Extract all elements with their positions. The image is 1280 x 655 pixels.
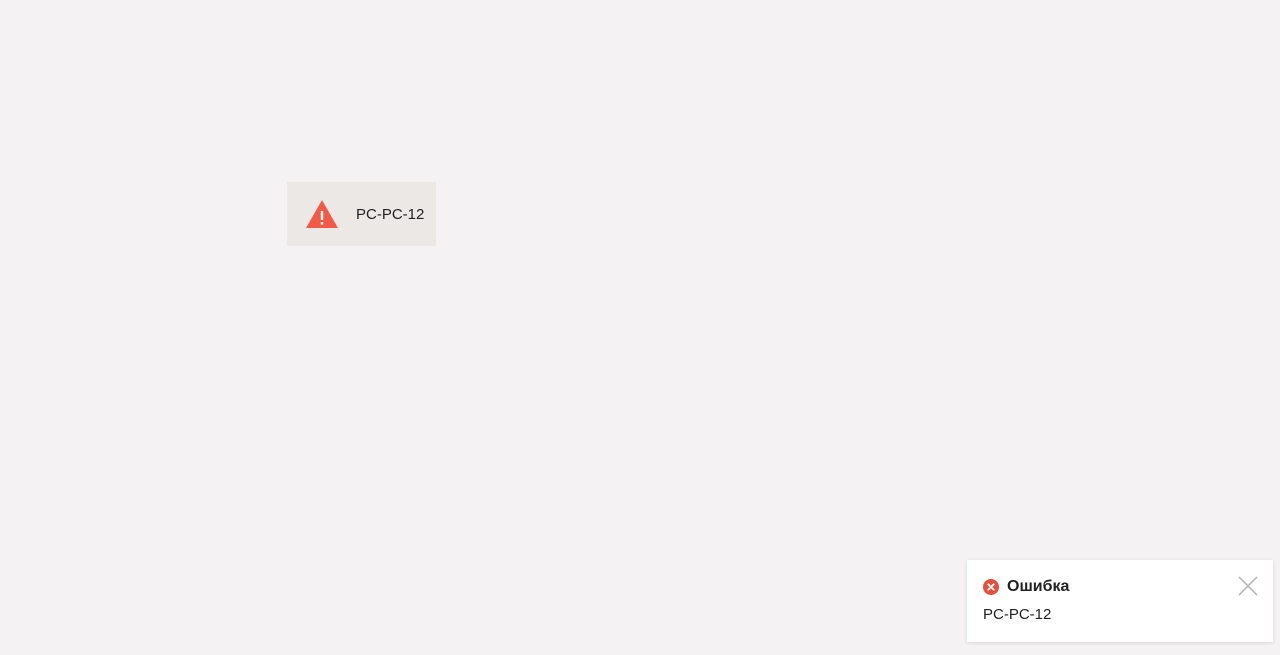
notification-header: Ошибка xyxy=(983,577,1257,597)
notification-message: PC-PC-12 xyxy=(983,606,1052,623)
warning-triangle-icon xyxy=(305,199,339,229)
error-notification: Ошибка PC-PC-12 xyxy=(967,560,1273,642)
notification-title: Ошибка xyxy=(1007,578,1070,595)
error-circle-icon xyxy=(983,579,999,595)
close-button[interactable] xyxy=(1237,575,1259,597)
close-icon xyxy=(1238,576,1258,596)
device-item[interactable]: PC-PC-12 xyxy=(287,182,436,246)
device-label: PC-PC-12 xyxy=(356,205,425,223)
